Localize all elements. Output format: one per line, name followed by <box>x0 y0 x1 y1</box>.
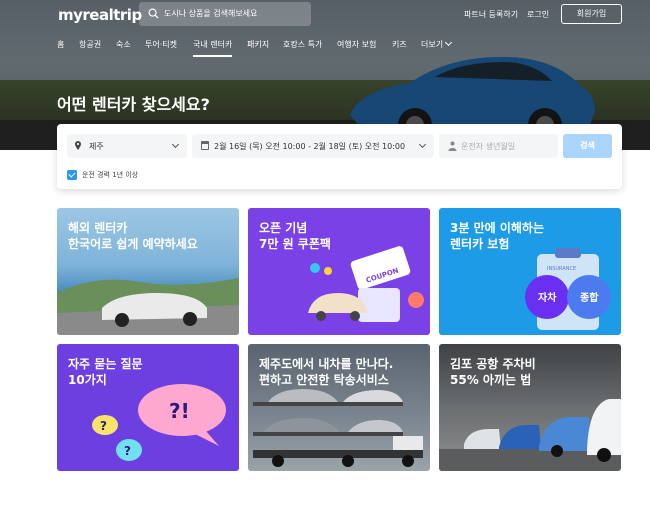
badge-own-car: 자차 <box>538 291 557 304</box>
card-title: 제주도에서 내차를 만나다. 편하고 안전한 탁송서비스 <box>259 356 393 388</box>
convertible-car-image <box>57 278 239 335</box>
card-car-delivery[interactable]: 제주도에서 내차를 만나다. 편하고 안전한 탁송서비스 <box>248 344 430 471</box>
card-title-line2: 7만 원 쿠폰팩 <box>259 237 331 251</box>
birthdate-placeholder: 운전자 생년월일 <box>461 142 516 151</box>
faq-bubbles-illustration: ?! ? ? <box>92 384 226 461</box>
card-faq[interactable]: ?! ? ? 자주 묻는 질문 10가지 <box>57 344 239 471</box>
nav-item-package[interactable]: 패키지 <box>247 39 269 55</box>
partner-link[interactable]: 파트너 등록하기 <box>464 9 518 20</box>
nav-item-kids[interactable]: 키즈 <box>392 39 407 55</box>
parking-lot-image <box>439 399 621 471</box>
card-title: 자주 묻는 질문 10가지 <box>68 356 143 388</box>
chevron-down-icon <box>418 140 427 149</box>
card-title: 김포 공항 주차비 55% 아끼는 법 <box>450 356 536 388</box>
page-title: 어떤 렌터카 찾으세요? <box>57 95 210 114</box>
card-gimpo-parking[interactable]: 김포 공항 주차비 55% 아끼는 법 <box>439 344 621 471</box>
card-title: 오픈 기념 7만 원 쿠폰팩 <box>259 220 331 252</box>
signup-button[interactable]: 회원가입 <box>561 4 622 24</box>
card-title-line1: 오픈 기념 <box>259 221 308 235</box>
main-nav: 홈 항공권 숙소 투어·티켓 국내 렌터카 패키지 호캉스 특가 여행자 보험 … <box>0 38 650 59</box>
coupon-illustration: COUPON <box>308 246 424 322</box>
card-title-line1: 3분 만에 이해하는 <box>450 221 544 235</box>
brand-logo[interactable]: myrealtrip <box>58 6 142 24</box>
insurance-clipboard-illustration: INSURANCE 자차 종합 <box>525 248 611 330</box>
chevron-down-icon <box>445 38 453 47</box>
top-bar: myrealtrip 도시나 상품을 검색해보세요 파트너 등록하기 로그인 회… <box>0 0 650 30</box>
question-mark-text: ? <box>100 419 107 433</box>
location-value: 제주 <box>89 142 104 151</box>
card-title-line1: 해외 렌터카 <box>68 221 128 235</box>
location-pin-icon <box>75 141 81 150</box>
card-title-line1: 자주 묻는 질문 <box>68 357 143 371</box>
chevron-down-icon <box>171 140 180 149</box>
card-title: 3분 만에 이해하는 렌터카 보험 <box>450 220 544 252</box>
exclaim-question-text: ?! <box>169 399 190 423</box>
nav-item-tours[interactable]: 투어·티켓 <box>145 39 177 55</box>
nav-more-label: 더보기 <box>421 40 444 49</box>
calendar-icon <box>201 141 209 150</box>
card-title-line1: 김포 공항 주차비 <box>450 357 536 371</box>
login-link[interactable]: 로그인 <box>527 9 549 20</box>
nav-item-insurance[interactable]: 여행자 보험 <box>337 39 376 55</box>
card-title-line2: 편하고 안전한 탁송서비스 <box>259 373 389 387</box>
location-select[interactable]: 제주 <box>67 134 187 158</box>
experience-checkbox[interactable] <box>67 170 77 180</box>
card-coupon-pack[interactable]: COUPON 오픈 기념 7만 원 쿠폰팩 <box>248 208 430 335</box>
nav-item-hocance[interactable]: 호캉스 특가 <box>283 39 322 55</box>
rentcar-search-panel: 제주 2월 16일 (목) 오전 10:00 - 2월 18일 (토) 오전 1… <box>57 124 622 189</box>
search-input[interactable]: 도시나 상품을 검색해보세요 <box>139 2 311 26</box>
date-range-value: 2월 16일 (목) 오전 10:00 - 2월 18일 (토) 오전 10:0… <box>214 142 406 151</box>
question-mark-text-2: ? <box>124 444 131 458</box>
car-carrier-truck-image <box>253 389 423 467</box>
card-overseas-rentcar[interactable]: 해외 렌터카 한국어로 쉽게 예약하세요 <box>57 208 239 335</box>
card-title-line2: 10가지 <box>68 373 107 387</box>
card-title-line2: 한국어로 쉽게 예약하세요 <box>68 237 198 251</box>
card-title-line2: 55% 아끼는 법 <box>450 373 532 387</box>
card-title: 해외 렌터카 한국어로 쉽게 예약하세요 <box>68 220 198 252</box>
person-icon <box>448 141 457 151</box>
card-title-line2: 렌터카 보험 <box>450 237 510 251</box>
nav-item-stays[interactable]: 숙소 <box>116 39 131 55</box>
date-range-select[interactable]: 2월 16일 (목) 오전 10:00 - 2월 18일 (토) 오전 10:0… <box>192 134 434 158</box>
search-placeholder: 도시나 상품을 검색해보세요 <box>164 9 258 18</box>
nav-item-rentcar[interactable]: 국내 렌터카 <box>193 39 233 57</box>
badge-comprehensive: 종합 <box>580 291 599 304</box>
birthdate-field[interactable]: 운전자 생년월일 <box>439 134 558 158</box>
search-icon <box>148 8 159 19</box>
nav-item-home[interactable]: 홈 <box>57 39 64 55</box>
nav-item-more[interactable]: 더보기 <box>421 38 453 55</box>
insurance-sign-text: INSURANCE <box>547 266 576 272</box>
card-title-line1: 제주도에서 내차를 만나다. <box>259 357 394 371</box>
card-insurance-guide[interactable]: INSURANCE 자차 종합 3분 만에 이해하는 렌터카 보험 <box>439 208 621 335</box>
experience-label: 운전 경력 1년 이상 <box>82 171 139 179</box>
search-button[interactable]: 검색 <box>563 134 612 158</box>
nav-item-flights[interactable]: 항공권 <box>79 39 101 55</box>
